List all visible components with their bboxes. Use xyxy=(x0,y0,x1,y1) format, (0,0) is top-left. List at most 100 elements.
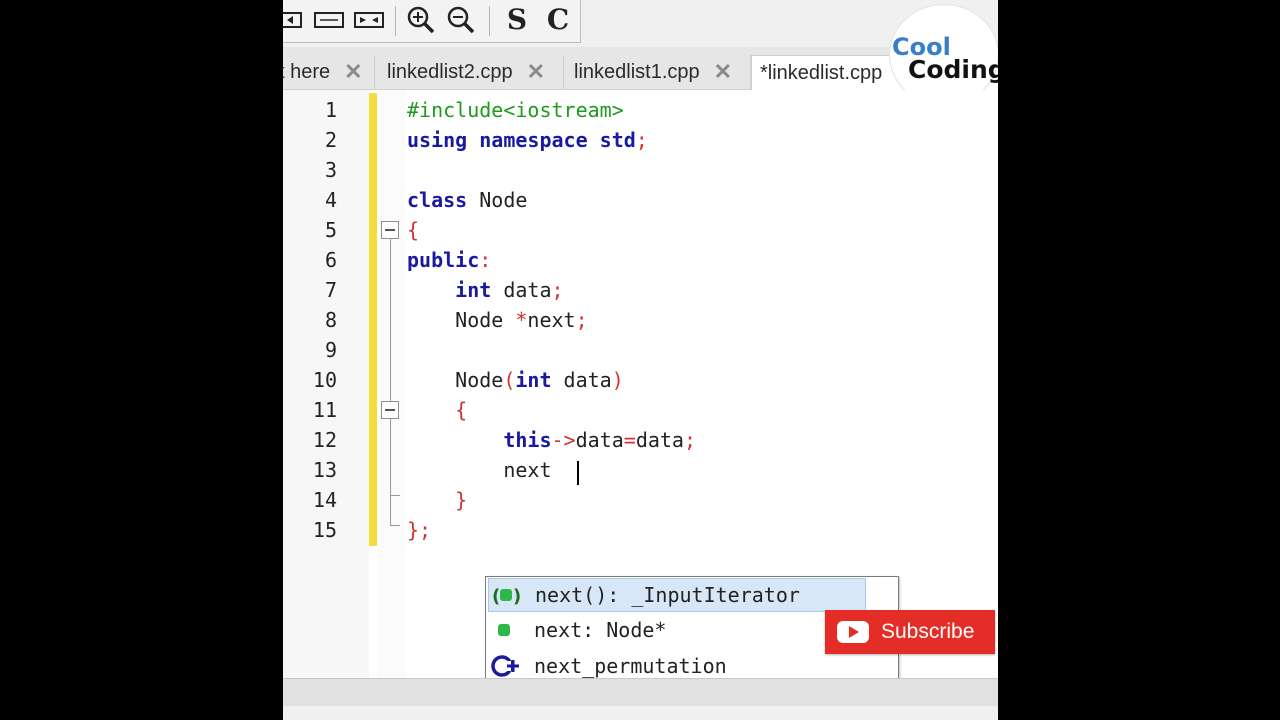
code-line[interactable]: { xyxy=(407,215,419,245)
code-line[interactable]: this->data=data; xyxy=(407,425,696,455)
close-icon[interactable]: ✕ xyxy=(344,59,362,85)
line-number: 5 xyxy=(324,218,337,242)
fold-end-marker xyxy=(390,525,400,526)
youtube-play-icon xyxy=(837,621,869,643)
tab-label: *linkedlist.cpp xyxy=(760,61,883,84)
code-token: ) xyxy=(611,368,624,392)
line-number: 2 xyxy=(324,128,337,152)
code-token: this xyxy=(503,428,552,452)
code-token: Node xyxy=(407,308,516,332)
zoom-out-icon[interactable] xyxy=(443,5,479,35)
code-token: { xyxy=(407,218,420,242)
line-number: 10 xyxy=(312,368,337,392)
code-line[interactable]: }; xyxy=(407,515,431,545)
code-line[interactable]: Node(int data) xyxy=(407,365,624,395)
code-line[interactable]: #include<iostream> xyxy=(407,95,624,125)
code-token: class xyxy=(407,188,468,212)
code-line[interactable]: class Node xyxy=(407,185,527,215)
code-token: int xyxy=(515,368,552,392)
text-caret xyxy=(577,461,579,485)
code-token: * xyxy=(515,308,528,332)
frame-right-icon[interactable] xyxy=(351,5,387,35)
code-token: ( xyxy=(503,368,516,392)
code-token: data xyxy=(491,278,552,302)
subscribe-label: Subscribe xyxy=(881,620,975,643)
code-token: ; xyxy=(683,428,697,452)
code-token: ; xyxy=(419,518,432,542)
tab-label: t here xyxy=(283,60,331,83)
code-token: next xyxy=(527,308,576,332)
frame-left-icon[interactable] xyxy=(283,5,303,35)
tab-start-here[interactable]: t here ✕ xyxy=(283,55,375,89)
close-icon[interactable]: ✕ xyxy=(714,59,732,85)
line-number: 11 xyxy=(312,398,337,422)
line-number: 15 xyxy=(312,518,337,542)
toolbar-group: S C xyxy=(283,0,581,43)
change-indicator-bar xyxy=(369,93,377,546)
fold-end-marker xyxy=(390,495,400,496)
code-token: : xyxy=(479,248,492,272)
code-token: Node xyxy=(467,188,528,212)
code-token: data xyxy=(575,428,624,452)
fold-toggle-class[interactable] xyxy=(381,221,399,239)
line-number: 4 xyxy=(324,188,337,212)
line-number: 3 xyxy=(324,158,337,182)
method-icon: () xyxy=(489,579,523,611)
code-token: ; xyxy=(551,278,564,302)
code-line[interactable]: int data; xyxy=(407,275,564,305)
code-token: { xyxy=(455,398,468,422)
tab-linkedlist1[interactable]: linkedlist1.cpp ✕ xyxy=(564,55,751,89)
line-number: 1 xyxy=(324,98,337,122)
code-token: public xyxy=(407,248,480,272)
code-token: data xyxy=(635,428,684,452)
zoom-in-icon[interactable] xyxy=(403,5,439,35)
code-line[interactable]: } xyxy=(407,485,467,515)
fold-margin xyxy=(377,90,405,678)
toolbar-button-s[interactable]: S xyxy=(505,5,529,35)
toolbar-button-c[interactable]: C xyxy=(545,5,571,35)
autocomplete-item[interactable]: () next(): _InputIterator xyxy=(488,578,866,612)
code-token: using namespace std xyxy=(407,128,636,152)
frame-rect-icon[interactable] xyxy=(311,5,347,35)
code-line[interactable]: next xyxy=(407,455,552,485)
code-token: } xyxy=(407,518,420,542)
code-token: Node xyxy=(407,368,504,392)
toolbar-separator xyxy=(489,6,490,36)
line-number: 6 xyxy=(324,248,337,272)
code-token: int xyxy=(455,278,492,302)
status-bar xyxy=(283,678,998,707)
fold-toggle-constructor[interactable] xyxy=(381,401,399,419)
code-token: ; xyxy=(635,128,648,152)
code-line[interactable]: using namespace std; xyxy=(407,125,648,155)
member-icon xyxy=(488,614,522,646)
logo-text-coding: Coding xyxy=(908,55,998,84)
line-number: 8 xyxy=(324,308,337,332)
tab-linkedlist2[interactable]: linkedlist2.cpp ✕ xyxy=(377,55,564,89)
code-line[interactable]: public: xyxy=(407,245,491,275)
toolbar-separator xyxy=(395,6,396,36)
tab-label: linkedlist1.cpp xyxy=(574,60,700,83)
svg-text:(: ( xyxy=(492,586,500,607)
line-number: 12 xyxy=(312,428,337,452)
code-token: ; xyxy=(575,308,588,332)
tab-label: linkedlist2.cpp xyxy=(387,60,513,83)
code-token: next xyxy=(407,458,552,482)
autocomplete-item[interactable]: next: Node* xyxy=(488,614,864,646)
subscribe-button[interactable]: Subscribe xyxy=(825,610,995,654)
code-line[interactable]: Node *next; xyxy=(407,305,588,335)
autocomplete-label: next: Node* xyxy=(534,618,667,642)
line-number: 13 xyxy=(312,458,337,482)
close-icon[interactable]: ✕ xyxy=(527,59,545,85)
line-number: 9 xyxy=(324,338,337,362)
code-token: -> xyxy=(551,428,576,452)
fold-line xyxy=(390,238,391,525)
editor-area[interactable]: 1 2 3 4 5 6 7 8 9 10 11 12 13 14 15 #include<iostream> u… xyxy=(283,90,998,720)
line-number: 7 xyxy=(324,278,337,302)
code-token: #include<iostream> xyxy=(407,98,624,122)
line-number: 14 xyxy=(312,488,337,512)
code-token: data xyxy=(551,368,612,392)
code-line[interactable]: { xyxy=(407,395,467,425)
